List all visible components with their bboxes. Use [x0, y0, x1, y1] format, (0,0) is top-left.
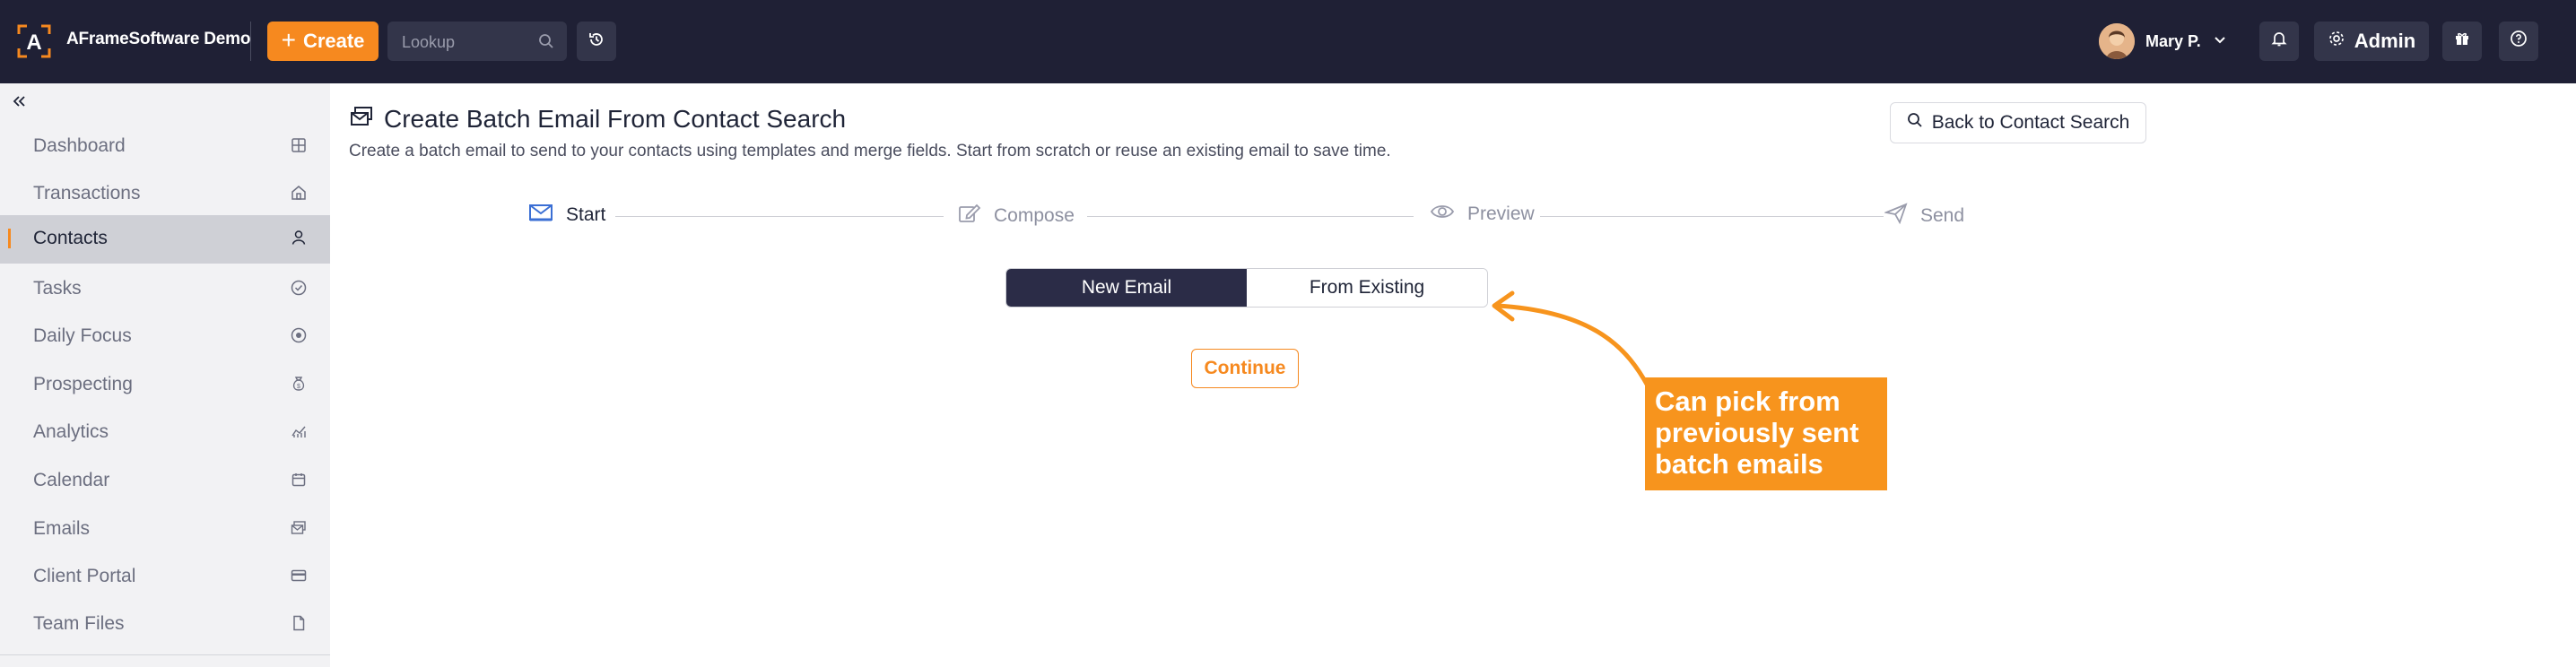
step-label: Send: [1920, 205, 1965, 226]
active-indicator: [8, 229, 11, 248]
admin-label: Admin: [2354, 30, 2416, 52]
gift-icon: [2453, 30, 2471, 53]
sidebar-item-emails[interactable]: Emails: [0, 506, 330, 552]
step-connector: [1540, 216, 1884, 217]
step-send[interactable]: Send: [1883, 203, 1965, 230]
step-label: Compose: [994, 205, 1075, 226]
money-bag-icon: $: [290, 375, 308, 397]
callout-line: previously sent: [1655, 417, 1859, 448]
gear-icon: [2328, 30, 2345, 53]
step-connector: [1087, 216, 1414, 217]
grid-icon: [290, 136, 308, 159]
sidebar-item-label: Prospecting: [33, 374, 133, 394]
svg-text:$: $: [297, 384, 300, 390]
step-connector: [615, 216, 944, 217]
step-preview[interactable]: Preview: [1430, 203, 1535, 226]
sidebar-item-team-files[interactable]: Team Files: [0, 601, 330, 647]
page-subtitle: Create a batch email to send to your con…: [349, 142, 1391, 160]
send-icon: [1883, 203, 1908, 230]
sidebar-item-label: Client Portal: [33, 566, 136, 586]
check-circle-icon: [290, 279, 308, 301]
card-icon: [290, 567, 308, 589]
step-label: Preview: [1467, 204, 1535, 224]
svg-text:A: A: [26, 30, 41, 55]
batch-email-icon: [350, 105, 373, 134]
avatar: [2099, 23, 2135, 59]
email-source-toggle: New Email From Existing: [1005, 268, 1488, 308]
plus-icon: +: [281, 25, 296, 54]
file-icon: [290, 614, 308, 637]
sidebar-item-tasks[interactable]: Tasks: [0, 265, 330, 312]
sidebar-item-label: Team Files: [33, 613, 125, 634]
envelope-icon: [528, 203, 553, 228]
sidebar-item-label: Contacts: [33, 228, 108, 248]
sidebar-divider: [0, 654, 330, 655]
history-icon: [587, 30, 605, 53]
annotation-arrow-icon: [1492, 290, 1651, 390]
from-existing-option[interactable]: From Existing: [1247, 269, 1487, 307]
history-button[interactable]: [577, 22, 616, 61]
lookup-field[interactable]: [387, 22, 567, 63]
create-button[interactable]: + Create: [267, 22, 379, 61]
search-icon: [1907, 112, 1923, 134]
top-bar: A AFrameSoftware Demo + Create Mary P.: [0, 0, 2576, 83]
sidebar-item-label: Daily Focus: [33, 325, 132, 346]
sidebar-item-label: Analytics: [33, 421, 109, 442]
sidebar-item-dashboard[interactable]: Dashboard: [0, 123, 330, 169]
emails-icon: [290, 519, 308, 541]
step-compose[interactable]: Compose: [958, 203, 1075, 230]
create-label: Create: [302, 30, 365, 52]
eye-icon: [1430, 203, 1455, 226]
calendar-icon: [290, 471, 308, 493]
sidebar-item-contacts[interactable]: Contacts: [0, 215, 330, 264]
divider: [250, 22, 251, 61]
sidebar-item-label: Emails: [33, 518, 91, 539]
step-start[interactable]: Start: [528, 203, 605, 228]
collapse-sidebar-icon[interactable]: [11, 92, 29, 115]
sidebar-item-label: Tasks: [33, 278, 82, 299]
help-icon: [2510, 30, 2528, 53]
person-icon: [290, 229, 308, 251]
aframe-logo-icon[interactable]: A: [16, 23, 52, 59]
continue-button[interactable]: Continue: [1191, 349, 1299, 388]
chevron-down-icon: [2212, 31, 2228, 52]
sidebar-item-prospecting[interactable]: Prospecting $: [0, 361, 330, 408]
lookup-input[interactable]: [387, 22, 538, 63]
sidebar: Dashboard Transactions Contacts Tasks Da…: [0, 83, 330, 667]
callout-line: batch emails: [1655, 448, 1823, 480]
step-label: Start: [566, 204, 606, 225]
annotation-callout: Can pick from previously sent batch emai…: [1645, 377, 1887, 490]
sidebar-item-client-portal[interactable]: Client Portal: [0, 553, 330, 600]
edit-icon: [958, 203, 981, 230]
sidebar-item-label: Dashboard: [33, 135, 126, 156]
org-name[interactable]: AFrameSoftware Demo: [66, 30, 250, 49]
sidebar-item-analytics[interactable]: Analytics: [0, 409, 330, 455]
sidebar-item-calendar[interactable]: Calendar: [0, 457, 330, 504]
admin-button[interactable]: Admin: [2314, 22, 2429, 61]
search-icon[interactable]: [538, 33, 554, 54]
help-button[interactable]: [2499, 22, 2538, 61]
gift-button[interactable]: [2442, 22, 2482, 61]
callout-line: Can pick from: [1655, 385, 1841, 417]
chart-icon: [290, 422, 308, 445]
new-email-option[interactable]: New Email: [1006, 269, 1247, 307]
sidebar-item-daily-focus[interactable]: Daily Focus: [0, 313, 330, 359]
page-header: Create Batch Email From Contact Search: [350, 105, 846, 134]
sidebar-item-label: Transactions: [33, 183, 141, 204]
sidebar-item-transactions[interactable]: Transactions: [0, 170, 330, 217]
home-icon: [290, 184, 308, 206]
user-menu[interactable]: Mary P.: [2099, 22, 2228, 61]
target-icon: [290, 326, 308, 349]
back-to-contact-search-button[interactable]: Back to Contact Search: [1890, 102, 2146, 143]
bell-icon: [2270, 30, 2288, 53]
user-name: Mary P.: [2145, 31, 2201, 50]
back-label: Back to Contact Search: [1931, 112, 2130, 133]
page-title: Create Batch Email From Contact Search: [384, 105, 847, 133]
sidebar-item-label: Calendar: [33, 470, 110, 490]
notifications-button[interactable]: [2259, 22, 2299, 61]
